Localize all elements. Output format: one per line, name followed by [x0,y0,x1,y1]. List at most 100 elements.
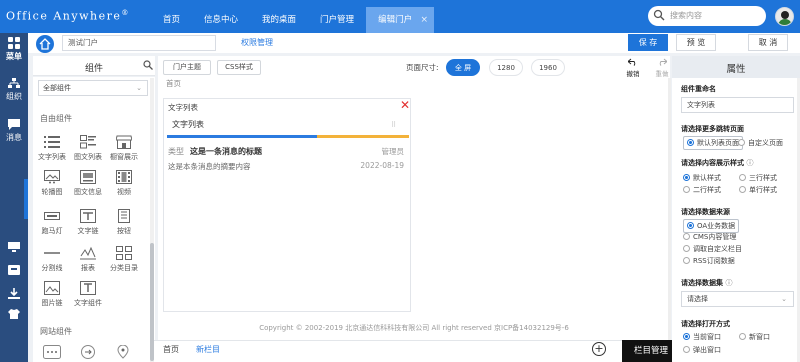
tab-close-icon[interactable]: × [421,7,429,33]
size-fullscreen-button[interactable]: 全 屏 [446,59,480,76]
shop-icon [116,135,132,149]
component-text[interactable]: 文字组件 [70,281,106,308]
cancel-button[interactable]: 取 消 [748,34,788,51]
radio-current-window[interactable]: 当前窗口 [683,332,721,342]
radio-popup-window[interactable]: 弹出窗口 [683,345,721,355]
left-nav-messages[interactable]: 消息 [0,119,28,143]
inbox-icon[interactable] [0,265,28,277]
nav-tab-edit-portal[interactable]: 编辑门户 × [366,7,435,33]
dataset-label: 请选择数据集 ⓘ [681,279,733,287]
bottom-tab-new-column[interactable]: 新栏目 [196,344,220,355]
component-text-link[interactable]: 文字链 [70,209,106,236]
component-button[interactable]: 按钮 [106,209,142,236]
component-video[interactable]: 视频 [106,170,142,197]
radio-three-line-style[interactable]: 三行样式 [739,173,777,183]
preview-button[interactable]: 预 览 [676,34,716,51]
component-label: 报表 [81,264,95,272]
nav-tab-my-desktop[interactable]: 我的桌面 [250,7,308,33]
user-avatar[interactable] [775,7,794,26]
left-nav-label: 组织 [6,92,22,101]
redo-button[interactable]: 重做 [651,58,673,78]
search-icon[interactable] [143,60,153,70]
component-carousel[interactable]: 轮播图 [34,170,70,197]
css-style-button[interactable]: CSS样式 [217,60,261,75]
divider-icon [44,252,60,254]
component-marquee[interactable]: 跑马灯 [34,209,70,236]
component-label: 按钮 [117,227,131,235]
component-report[interactable]: 报表 [70,246,106,273]
component-image-link[interactable]: 图片链 [34,281,70,308]
save-button[interactable]: 保 存 [628,34,668,51]
radio-single-line-style[interactable]: 单行样式 [739,185,777,195]
chevron-down-icon: ⌄ [781,295,787,303]
component-showcase[interactable]: 橱窗展示 [106,135,142,162]
left-nav-active-marker [24,179,28,219]
widget-tab[interactable]: 文字列表 [172,119,204,130]
radio-cms-content[interactable]: CMS内容管理 [683,232,736,242]
permission-link[interactable]: 权限管理 [241,37,273,48]
radio-custom-column[interactable]: 调取自定义栏目 [683,244,742,254]
nav-tab-portal-manage[interactable]: 门户管理 [308,7,366,33]
button-icon [118,209,130,223]
item-summary: 这是本条消息的摘要内容 [168,162,251,171]
data-source-label: 请选择数据来源 [681,208,730,216]
nav-tab-home[interactable]: 首页 [151,7,192,33]
ellipsis-icon[interactable] [43,345,61,361]
text-list-widget[interactable]: 文字列表 ✕ 文字列表 ⠿ 类型 这是一条消息的标题 管理员 这是本条消息的摘要内… [163,98,411,312]
size-1960-button[interactable]: 1960 [531,59,565,76]
component-divider[interactable]: 分割线 [34,246,70,273]
close-icon[interactable]: ✕ [400,98,410,112]
component-text-list[interactable]: 文字列表 [34,135,70,162]
radio-new-window[interactable]: 新窗口 [739,332,770,342]
item-title: 这是一条消息的标题 [190,147,262,156]
radio-oa-business-data[interactable]: OA业务数据 [683,219,740,233]
home-button[interactable] [36,35,54,53]
portal-theme-button[interactable]: 门户主题 [163,60,211,75]
location-pin-icon[interactable] [116,344,130,361]
component-image-text-info[interactable]: 图文信息 [70,170,106,197]
bottom-tab-home[interactable]: 首页 [163,344,179,355]
components-scrollbar[interactable] [150,78,154,362]
monitor-icon[interactable] [0,242,28,254]
search-icon [653,9,665,21]
left-nav-org[interactable]: 组织 [0,78,28,102]
drag-handle-icon[interactable]: ⠿ [391,121,396,129]
component-image-text-list[interactable]: 图文列表 [70,135,106,162]
radio-custom-page[interactable]: 自定义页面 [738,138,783,148]
portal-name-input[interactable]: 测试门户 [62,35,216,51]
canvas-scrollbar[interactable] [668,78,671,340]
radio-rss-data[interactable]: RSS订阅数据 [683,256,735,266]
list-item[interactable]: 类型 这是一条消息的标题 管理员 [168,146,408,157]
image-link-icon [44,281,60,295]
add-column-button[interactable]: + [592,342,606,356]
more-page-label: 请选择更多跳转页面 [681,125,744,133]
nav-tab-info-center[interactable]: 信息中心 [192,7,250,33]
image-info-icon [80,170,96,184]
component-label: 视频 [117,188,131,196]
component-category[interactable]: 分类目录 [106,246,142,273]
arrow-right-circle-icon[interactable] [80,345,96,361]
canvas-page-label: 首页 [166,79,181,88]
download-icon[interactable] [0,288,28,301]
site-components-heading: 网站组件 [40,327,72,336]
search-input[interactable]: 搜索内容 [648,6,766,26]
radio-default-style[interactable]: 默认样式 [683,173,721,183]
info-icon[interactable]: ⓘ [746,159,753,167]
info-icon[interactable]: ⓘ [725,279,732,287]
component-filter-select[interactable]: 全部组件 ⌄ [38,80,148,96]
left-nav-label: 消息 [6,133,22,142]
radio-default-list-page[interactable]: 默认列表页面 [683,136,743,150]
radio-two-line-style[interactable]: 二行样式 [683,185,721,195]
undo-button[interactable]: 撤销 [622,58,644,78]
redo-label: 重做 [655,70,669,78]
dataset-select[interactable]: 请选择 ⌄ [681,291,794,307]
copyright-footer: Copyright © 2002-2019 北京通达信科科技有限公司 All r… [259,324,569,332]
left-nav-menu[interactable]: 菜单 [0,37,28,62]
size-1280-button[interactable]: 1280 [489,59,523,76]
shirt-icon[interactable] [0,309,28,321]
app-logo[interactable]: Office Anywhere® [6,9,130,23]
rename-input[interactable]: 文字列表 [681,97,794,113]
org-chart-icon [8,78,20,88]
text-icon [80,281,96,295]
message-icon [8,119,20,130]
